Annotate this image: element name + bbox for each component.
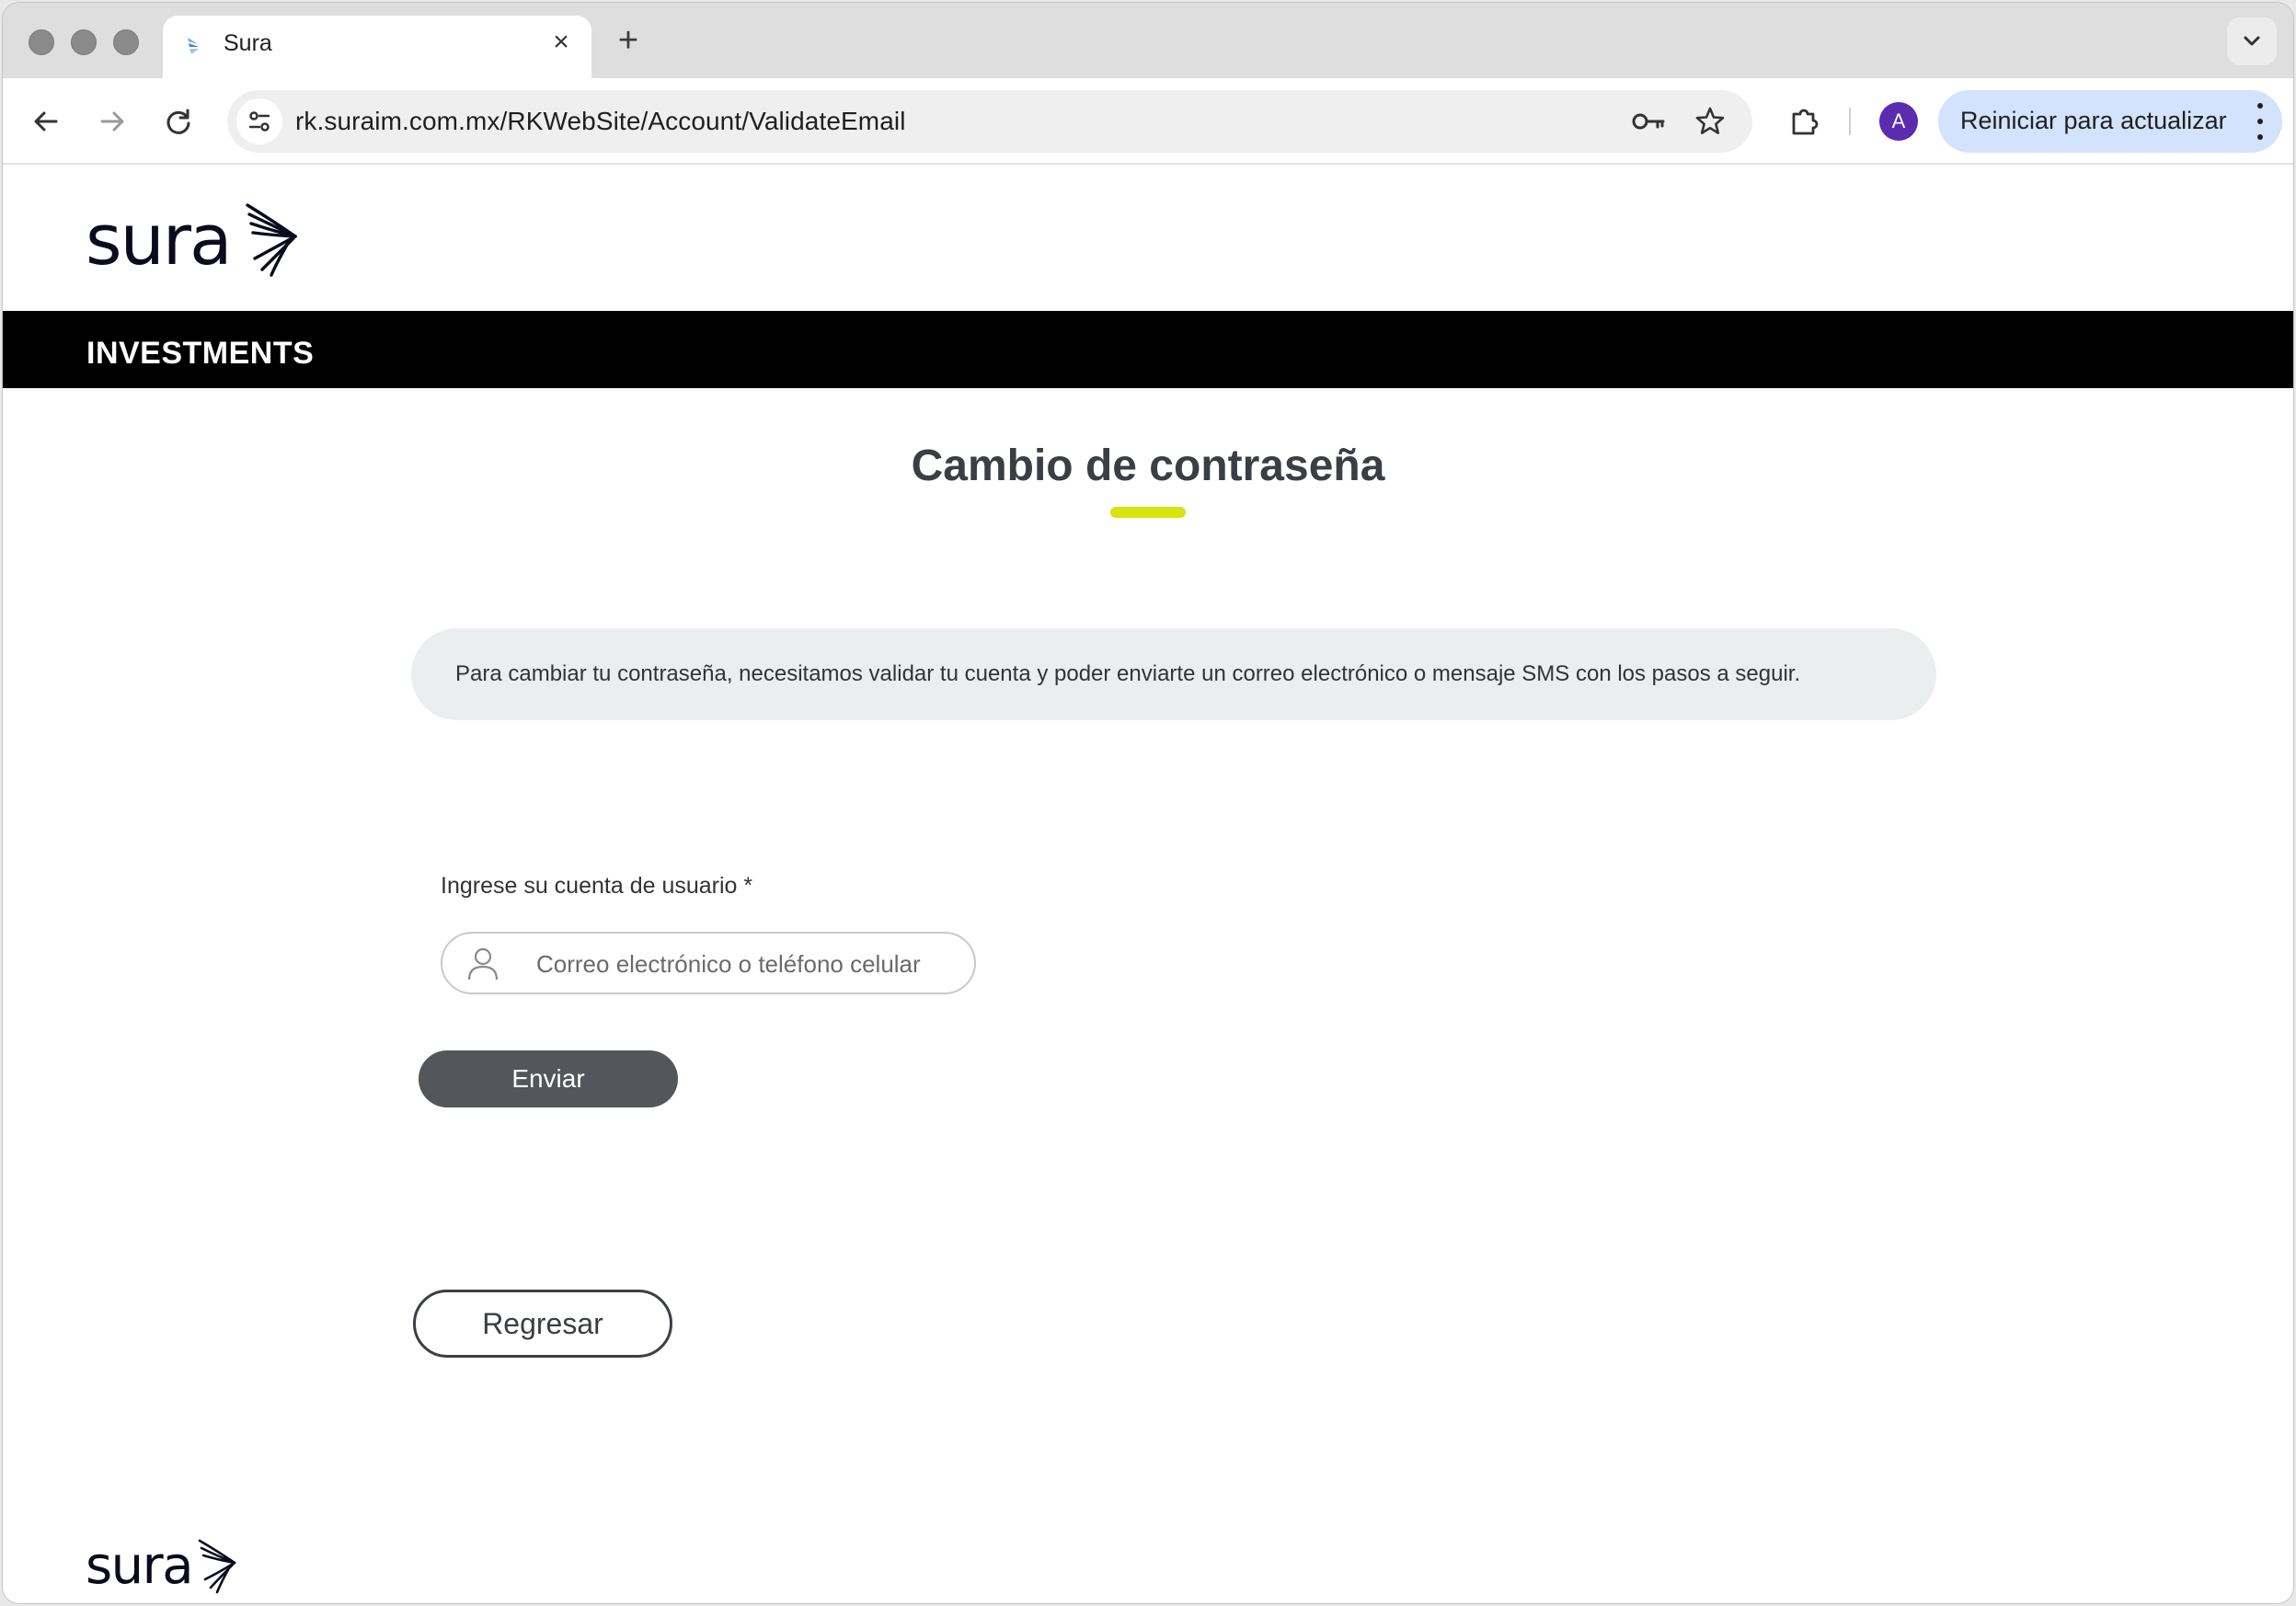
footer-brand-wordmark: sura xyxy=(86,1536,192,1596)
new-tab-button[interactable]: + xyxy=(610,23,647,60)
sura-logo-icon: sura xyxy=(86,199,297,281)
tab-sura[interactable]: Sura × xyxy=(163,16,591,80)
tab-search-button[interactable] xyxy=(2227,17,2277,65)
bookmark-button[interactable] xyxy=(1692,103,1728,140)
puzzle-icon xyxy=(1792,109,1819,135)
info-message-text: Para cambiar tu contraseña, necesitamos … xyxy=(455,661,1801,686)
back-button[interactable] xyxy=(23,98,69,144)
page-content: sura INVESTMENTS Cambio de contraseña Pa… xyxy=(3,165,2293,1603)
tab-close-icon[interactable]: × xyxy=(545,27,577,58)
more-menu-icon[interactable] xyxy=(2255,103,2266,140)
brand-wordmark: sura xyxy=(86,200,231,281)
forward-button[interactable] xyxy=(89,98,135,144)
url-text: rk.suraim.com.mx/RKWebSite/Account/Valid… xyxy=(295,107,906,135)
star-icon xyxy=(1695,107,1725,134)
address-bar[interactable]: rk.suraim.com.mx/RKWebSite/Account/Valid… xyxy=(227,90,1752,153)
user-account-placeholder: Correo electrónico o teléfono celular xyxy=(536,950,921,978)
reload-button[interactable] xyxy=(155,98,201,144)
back-button-page[interactable]: Regresar xyxy=(413,1290,672,1358)
arrow-left-icon xyxy=(34,111,58,132)
sura-footer-logo[interactable]: sura xyxy=(86,1535,251,1600)
password-key-button[interactable] xyxy=(1631,103,1668,140)
browser-window: Sura × + rk.suraim.com.mx/RKWebSite/Acco… xyxy=(3,3,2293,1603)
user-account-label: Ingrese su cuenta de usuario * xyxy=(441,873,753,899)
sura-favicon-icon xyxy=(188,38,199,54)
section-header-bar: INVESTMENTS xyxy=(3,311,2293,388)
update-button-label: Reiniciar para actualizar xyxy=(1960,107,2227,134)
page-title-bold: Cambio xyxy=(911,442,1073,490)
minimize-window-button[interactable] xyxy=(71,29,97,55)
back-button-label: Regresar xyxy=(482,1307,603,1340)
info-message-box: Para cambiar tu contraseña, necesitamos … xyxy=(411,628,1936,720)
profile-avatar[interactable]: A xyxy=(1879,102,1918,141)
tab-strip: Sura × + xyxy=(3,3,2293,80)
close-window-button[interactable] xyxy=(29,29,54,55)
user-icon xyxy=(467,947,499,981)
toolbar-divider xyxy=(1849,108,1851,135)
sura-footer-logo-icon: sura xyxy=(86,1536,236,1596)
tune-icon xyxy=(248,111,270,132)
site-info-button[interactable] xyxy=(236,98,282,144)
section-label: INVESTMENTS xyxy=(86,336,315,371)
send-button[interactable]: Enviar xyxy=(419,1050,678,1107)
restart-to-update-button[interactable]: Reiniciar para actualizar xyxy=(1938,90,2282,153)
key-icon xyxy=(1632,113,1665,130)
sura-logo[interactable]: sura xyxy=(86,199,306,285)
zoom-window-button[interactable] xyxy=(113,29,139,55)
extensions-button[interactable] xyxy=(1782,98,1828,144)
send-button-label: Enviar xyxy=(511,1064,585,1093)
arrow-right-icon xyxy=(100,111,124,132)
reload-icon xyxy=(166,109,190,134)
title-accent-underline xyxy=(1110,507,1186,518)
page-title-rest: de contraseña xyxy=(1073,442,1385,490)
page-title: Cambio de contraseña xyxy=(3,441,2293,491)
chevron-down-icon xyxy=(2244,36,2260,46)
user-account-input[interactable]: Correo electrónico o teléfono celular xyxy=(441,932,976,994)
browser-toolbar: rk.suraim.com.mx/RKWebSite/Account/Valid… xyxy=(3,78,2293,165)
tab-title: Sura xyxy=(224,30,272,56)
